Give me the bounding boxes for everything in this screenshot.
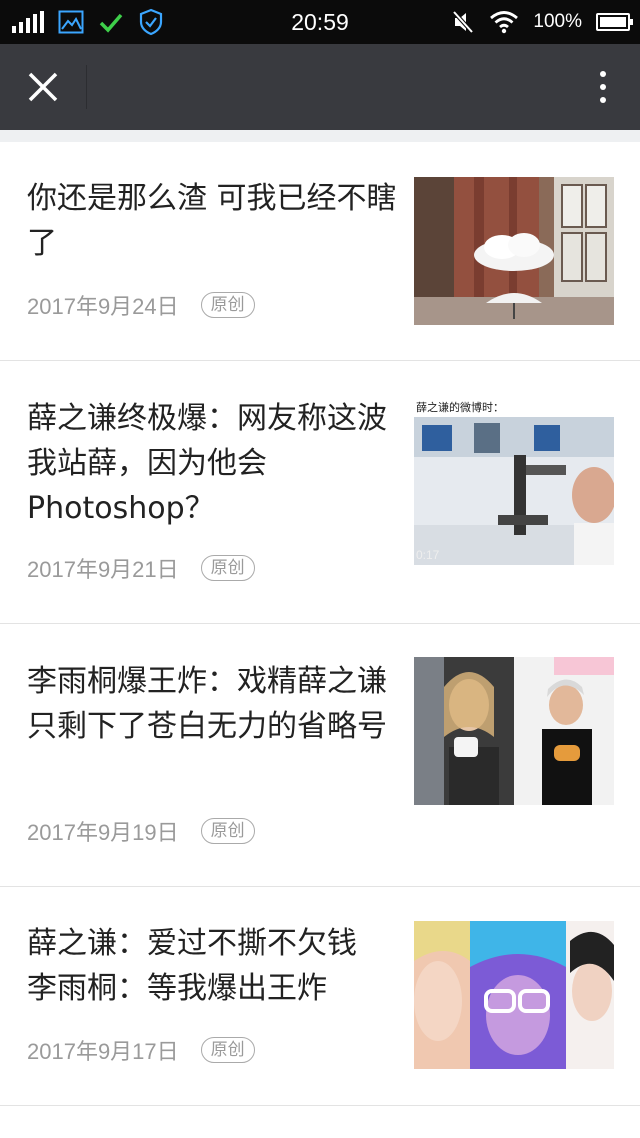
status-right-icons: 100% — [451, 8, 633, 36]
more-vertical-icon — [600, 71, 606, 77]
original-tag: 原创 — [200, 292, 255, 318]
status-bar: 20:59 100% — [0, 0, 640, 44]
article-date: 2017年9月19日 — [27, 820, 179, 845]
microscope-scientist-thumbnail: 薛之谦的微博时： 0:17 — [414, 395, 614, 565]
colorful-portraits-thumbnail — [414, 921, 614, 1069]
list-top-gap — [0, 130, 640, 142]
article-thumbnail[interactable] — [414, 657, 614, 805]
original-tag: 原创 — [200, 1037, 255, 1063]
close-icon — [28, 72, 58, 102]
top-toolbar — [0, 44, 640, 130]
article-item[interactable]: 李雨桐爆王炸：戏精薛之谦只剩下了苍白无力的省略号 2017年9月19日 原创 — [0, 624, 640, 887]
article-list: 你还是那么渣 可我已经不瞎了 2017年9月24日 原创 薛之谦终极爆：网友称这… — [0, 142, 640, 1106]
article-thumbnail[interactable] — [414, 177, 614, 325]
article-meta: 2017年9月19日 原创 — [27, 815, 255, 847]
article-item[interactable]: 薛之谦：爱过不撕不欠钱 李雨桐：等我爆出王炸 2017年9月17日 原创 — [0, 887, 640, 1106]
article-date: 2017年9月21日 — [27, 557, 179, 582]
article-title[interactable]: 薛之谦终极爆：网友称这波我站薛，因为他会Photoshop？ — [27, 396, 397, 531]
article-date: 2017年9月24日 — [27, 294, 179, 319]
original-tag: 原创 — [200, 818, 255, 844]
article-thumbnail[interactable]: 薛之谦的微博时： 0:17 — [414, 395, 614, 565]
article-item[interactable]: 薛之谦终极爆：网友称这波我站薛，因为他会Photoshop？ 2017年9月21… — [0, 361, 640, 624]
video-timestamp: 0:17 — [416, 548, 440, 562]
article-meta: 2017年9月21日 原创 — [27, 552, 255, 584]
article-meta: 2017年9月24日 原创 — [27, 289, 255, 321]
couple-photos-thumbnail — [414, 657, 614, 805]
wifi-icon — [490, 11, 519, 34]
article-title[interactable]: 你还是那么渣 可我已经不瞎了 — [27, 176, 397, 266]
battery-percent: 100% — [533, 11, 582, 32]
article-meta: 2017年9月17日 原创 — [27, 1034, 255, 1066]
article-title[interactable]: 薛之谦：爱过不撕不欠钱 李雨桐：等我爆出王炸 — [27, 921, 397, 1011]
thumbnail-caption: 薛之谦的微博时： — [416, 400, 504, 414]
close-button[interactable] — [18, 62, 68, 112]
article-thumbnail[interactable] — [414, 921, 614, 1069]
article-date: 2017年9月17日 — [27, 1039, 179, 1064]
original-tag: 原创 — [200, 555, 255, 581]
mute-icon — [452, 10, 474, 34]
article-title[interactable]: 李雨桐爆王炸：戏精薛之谦只剩下了苍白无力的省略号 — [27, 659, 397, 749]
more-options-button[interactable] — [588, 62, 618, 112]
cloud-umbrella-thumbnail — [414, 177, 614, 325]
battery-icon — [596, 13, 633, 31]
article-item[interactable]: 你还是那么渣 可我已经不瞎了 2017年9月24日 原创 — [0, 142, 640, 361]
toolbar-divider — [86, 65, 87, 109]
